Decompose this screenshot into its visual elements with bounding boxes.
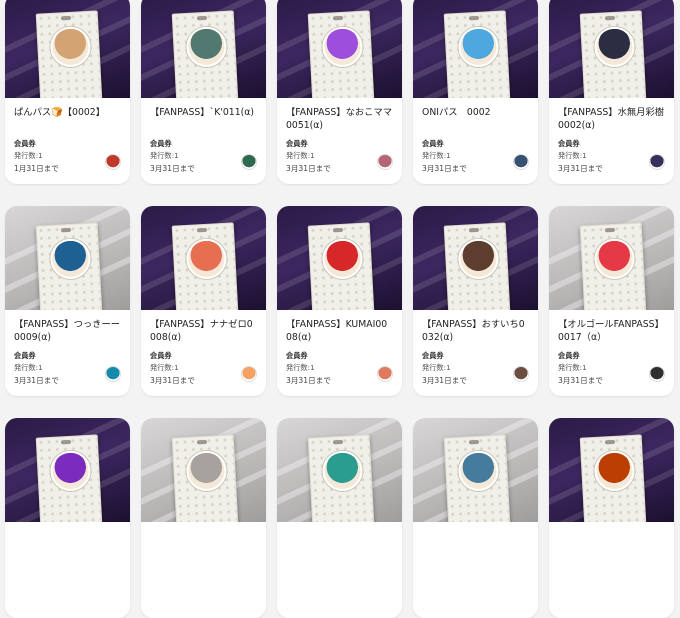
pass-card[interactable]: ONIパス 0002 会員券 発行数:1 3月31日まで (413, 0, 538, 184)
pass-card[interactable] (413, 418, 538, 618)
creator-portrait (321, 237, 364, 280)
creator-portrait (457, 449, 500, 492)
fanpass-tag (443, 434, 511, 522)
pass-artwork (549, 206, 674, 310)
creator-avatar-icon[interactable] (377, 366, 393, 382)
creator-portrait (457, 25, 500, 68)
creator-portrait (321, 449, 364, 492)
fanpass-tag (171, 222, 239, 310)
fanpass-tag (307, 10, 375, 98)
pass-card[interactable]: 【FANPASS】水無月彩樹0002(α) 会員券 発行数:1 3月31日まで (549, 0, 674, 184)
pass-type: 会員券 (14, 351, 36, 360)
creator-portrait (593, 449, 636, 492)
fanpass-tag (171, 434, 239, 522)
pass-card[interactable]: ぱんパス🍞【0002】 会員券 発行数:1 1月31日まで (5, 0, 130, 184)
pass-title[interactable]: 【FANPASS】`K'011(α) (150, 106, 257, 134)
creator-portrait (49, 25, 92, 68)
pass-title[interactable]: 【FANPASS】水無月彩樹0002(α) (558, 106, 665, 134)
pass-artwork (5, 418, 130, 522)
pass-artwork (413, 0, 538, 98)
pass-card[interactable] (277, 418, 402, 618)
pass-type: 会員券 (150, 351, 172, 360)
fanpass-grid: ぱんパス🍞【0002】 会員券 発行数:1 1月31日まで 【FANPASS】`K'01… (5, 0, 674, 618)
pass-type: 会員券 (422, 351, 444, 360)
creator-avatar-icon[interactable] (513, 154, 529, 170)
pass-card[interactable]: 【FANPASS】`K'011(α) 会員券 発行数:1 3月31日まで (141, 0, 266, 184)
pass-title[interactable]: ONIパス 0002 (422, 106, 529, 134)
pass-type: 会員券 (422, 139, 444, 148)
creator-portrait (49, 237, 92, 280)
pass-artwork (549, 0, 674, 98)
creator-portrait (593, 25, 636, 68)
pass-title[interactable]: 【FANPASS】ナナゼロ0008(α) (150, 318, 257, 346)
pass-title[interactable]: ぱんパス🍞【0002】 (14, 106, 121, 134)
creator-portrait (185, 237, 228, 280)
creator-avatar-icon[interactable] (105, 366, 121, 382)
pass-title[interactable]: 【オルゴールFANPASS】0017（α） (558, 318, 665, 346)
fanpass-tag (307, 434, 375, 522)
pass-artwork (277, 206, 402, 310)
fanpass-tag (443, 10, 511, 98)
creator-portrait (457, 237, 500, 280)
pass-title[interactable]: 【FANPASS】KUMAI0008(α) (286, 318, 393, 346)
creator-portrait (185, 25, 228, 68)
fanpass-tag (307, 222, 375, 310)
pass-card[interactable]: 【オルゴールFANPASS】0017（α） 会員券 発行数:1 3月31日まで (549, 206, 674, 396)
pass-type: 会員券 (150, 139, 172, 148)
pass-artwork (549, 418, 674, 522)
creator-avatar-icon[interactable] (649, 366, 665, 382)
creator-avatar-icon[interactable] (513, 366, 529, 382)
creator-portrait (321, 25, 364, 68)
pass-card[interactable]: 【FANPASS】なおこママ0051(α) 会員券 発行数:1 3月31日まで (277, 0, 402, 184)
pass-artwork (141, 418, 266, 522)
creator-avatar-icon[interactable] (105, 154, 121, 170)
pass-type: 会員券 (286, 351, 308, 360)
pass-artwork (413, 206, 538, 310)
fanpass-tag (579, 10, 647, 98)
pass-artwork (5, 0, 130, 98)
pass-type: 会員券 (558, 351, 580, 360)
pass-artwork (413, 418, 538, 522)
pass-artwork (277, 0, 402, 98)
creator-portrait (49, 449, 92, 492)
pass-card[interactable]: 【FANPASS】KUMAI0008(α) 会員券 発行数:1 3月31日まで (277, 206, 402, 396)
pass-type: 会員券 (286, 139, 308, 148)
creator-avatar-icon[interactable] (649, 154, 665, 170)
fanpass-tag (35, 10, 103, 98)
fanpass-tag (443, 222, 511, 310)
pass-card[interactable]: 【FANPASS】おすいち0032(α) 会員券 発行数:1 3月31日まで (413, 206, 538, 396)
fanpass-tag (579, 434, 647, 522)
creator-avatar-icon[interactable] (377, 154, 393, 170)
pass-card[interactable] (549, 418, 674, 618)
fanpass-tag (35, 222, 103, 310)
pass-artwork (141, 0, 266, 98)
pass-title[interactable]: 【FANPASS】なおこママ0051(α) (286, 106, 393, 134)
fanpass-tag (35, 434, 103, 522)
pass-card[interactable] (5, 418, 130, 618)
creator-portrait (593, 237, 636, 280)
pass-artwork (141, 206, 266, 310)
pass-title[interactable]: 【FANPASS】つっきーー0009(α) (14, 318, 121, 346)
pass-type: 会員券 (558, 139, 580, 148)
fanpass-tag (171, 10, 239, 98)
creator-portrait (185, 449, 228, 492)
pass-artwork (277, 418, 402, 522)
pass-type: 会員券 (14, 139, 36, 148)
pass-title[interactable]: 【FANPASS】おすいち0032(α) (422, 318, 529, 346)
pass-artwork (5, 206, 130, 310)
pass-card[interactable] (141, 418, 266, 618)
fanpass-tag (579, 222, 647, 310)
creator-avatar-icon[interactable] (241, 366, 257, 382)
pass-card[interactable]: 【FANPASS】つっきーー0009(α) 会員券 発行数:1 3月31日まで (5, 206, 130, 396)
pass-card[interactable]: 【FANPASS】ナナゼロ0008(α) 会員券 発行数:1 3月31日まで (141, 206, 266, 396)
creator-avatar-icon[interactable] (241, 154, 257, 170)
